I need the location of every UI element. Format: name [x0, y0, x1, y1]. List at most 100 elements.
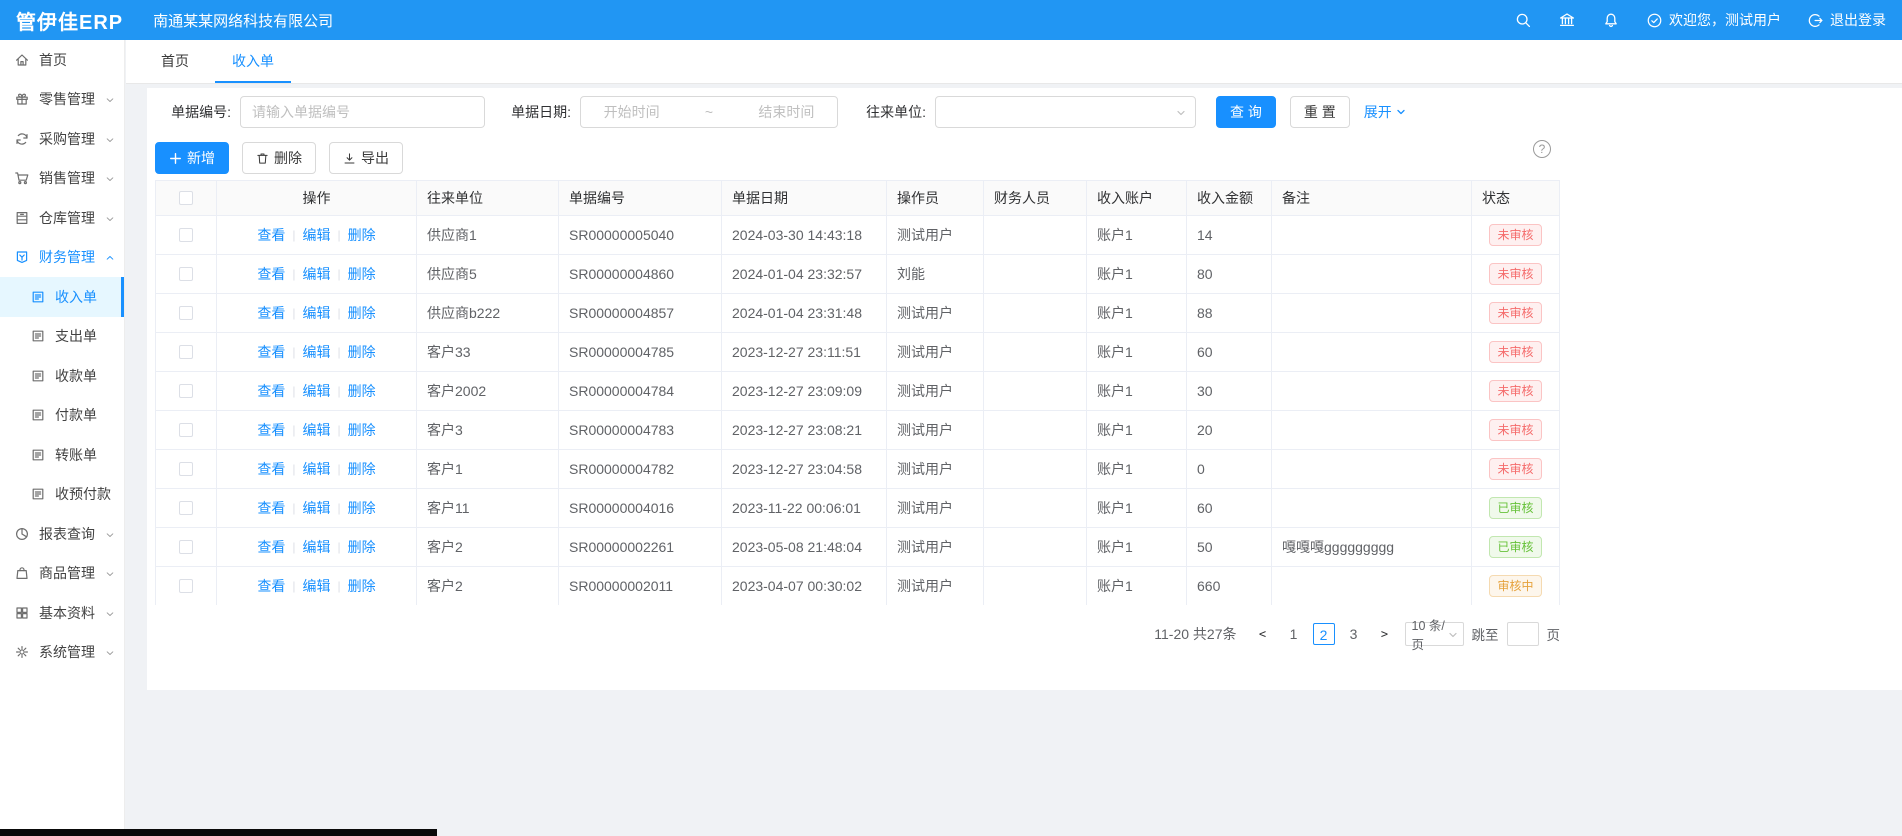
cell-status: 未审核 [1472, 216, 1559, 254]
prev-page-button[interactable]: < [1251, 622, 1275, 646]
sidebar-item-goods[interactable]: 商品管理 [0, 554, 124, 594]
row-checkbox[interactable] [179, 306, 193, 320]
sidebar-item-label: 基本资料 [39, 603, 95, 623]
row-checkbox[interactable] [179, 267, 193, 281]
delete-link[interactable]: 删除 [348, 264, 376, 284]
sidebar-subitem-expense[interactable]: 支出单 [0, 317, 124, 357]
row-checkbox[interactable] [179, 384, 193, 398]
sidebar-item-sales[interactable]: 销售管理 [0, 159, 124, 199]
cell-account: 账户1 [1087, 489, 1187, 527]
sidebar-item-retail[interactable]: 零售管理 [0, 80, 124, 120]
app-logo[interactable]: 管伊佳ERP [16, 6, 123, 35]
edit-link[interactable]: 编辑 [303, 303, 331, 323]
view-link[interactable]: 查看 [257, 576, 285, 596]
edit-link[interactable]: 编辑 [303, 498, 331, 518]
edit-link[interactable]: 编辑 [303, 459, 331, 479]
sidebar-item-finance[interactable]: 财务管理 [0, 238, 124, 278]
date-range-input[interactable]: 开始时间 ~ 结束时间 [580, 96, 838, 128]
cell-doc-no: SR00000002261 [559, 528, 722, 566]
cell-status: 未审核 [1472, 450, 1559, 488]
sidebar-subitem-receipt[interactable]: 收款单 [0, 356, 124, 396]
help-icon[interactable]: ? [1533, 140, 1551, 158]
view-link[interactable]: 查看 [257, 381, 285, 401]
edit-link[interactable]: 编辑 [303, 381, 331, 401]
cell-finance-staff [984, 528, 1087, 566]
edit-link[interactable]: 编辑 [303, 264, 331, 284]
delete-link[interactable]: 删除 [348, 381, 376, 401]
sidebar-subitem-transfer[interactable]: 转账单 [0, 435, 124, 475]
jump-page-input[interactable] [1507, 622, 1539, 646]
cell-amount: 14 [1187, 216, 1272, 254]
delete-link[interactable]: 删除 [348, 342, 376, 362]
cell-operator: 测试用户 [887, 567, 984, 605]
row-checkbox[interactable] [179, 540, 193, 554]
welcome-user[interactable]: 欢迎您，测试用户 [1646, 10, 1781, 30]
sidebar-subitem-prepaid[interactable]: 收预付款 [0, 475, 124, 515]
sidebar-item-label: 首页 [39, 50, 67, 70]
sidebar-item-label: 采购管理 [39, 129, 95, 149]
edit-link[interactable]: 编辑 [303, 537, 331, 557]
cell-doc-no: SR00000004784 [559, 372, 722, 410]
add-button[interactable]: 新增 [155, 142, 229, 174]
view-link[interactable]: 查看 [257, 303, 285, 323]
delete-link[interactable]: 删除 [348, 225, 376, 245]
bank-icon[interactable] [1558, 11, 1576, 29]
search-button[interactable]: 查 询 [1216, 96, 1276, 128]
delete-link[interactable]: 删除 [348, 576, 376, 596]
delete-button[interactable]: 删除 [242, 142, 316, 174]
sidebar-item-basic[interactable]: 基本资料 [0, 593, 124, 633]
edit-link[interactable]: 编辑 [303, 420, 331, 440]
view-link[interactable]: 查看 [257, 498, 285, 518]
tab-income[interactable]: 收入单 [215, 40, 291, 83]
delete-link[interactable]: 删除 [348, 537, 376, 557]
status-badge: 已审核 [1489, 536, 1541, 558]
view-link[interactable]: 查看 [257, 459, 285, 479]
next-page-button[interactable]: > [1373, 622, 1397, 646]
view-link[interactable]: 查看 [257, 342, 285, 362]
sidebar-subitem-payment[interactable]: 付款单 [0, 396, 124, 436]
page-unit: 页 [1547, 624, 1561, 644]
view-link[interactable]: 查看 [257, 420, 285, 440]
edit-link[interactable]: 编辑 [303, 576, 331, 596]
search-icon[interactable] [1514, 11, 1532, 29]
sidebar-item-home[interactable]: 首页 [0, 40, 124, 80]
sidebar-item-reports[interactable]: 报表查询 [0, 514, 124, 554]
sidebar-item-system[interactable]: 系统管理 [0, 633, 124, 673]
column-header-amount: 收入金额 [1187, 181, 1272, 215]
logout-button[interactable]: 退出登录 [1807, 10, 1886, 30]
page-number-2[interactable]: 2 [1313, 623, 1335, 645]
edit-link[interactable]: 编辑 [303, 342, 331, 362]
view-link[interactable]: 查看 [257, 225, 285, 245]
page-number-3[interactable]: 3 [1343, 623, 1365, 645]
row-checkbox[interactable] [179, 228, 193, 242]
export-button[interactable]: 导出 [329, 142, 403, 174]
partner-select[interactable] [935, 96, 1196, 128]
cell-select [156, 372, 217, 410]
edit-link[interactable]: 编辑 [303, 225, 331, 245]
delete-link[interactable]: 删除 [348, 303, 376, 323]
sidebar-item-warehouse[interactable]: 仓库管理 [0, 198, 124, 238]
select-all-checkbox[interactable] [179, 191, 193, 205]
delete-link[interactable]: 删除 [348, 420, 376, 440]
bell-icon[interactable] [1602, 11, 1620, 29]
delete-link[interactable]: 删除 [348, 498, 376, 518]
view-link[interactable]: 查看 [257, 264, 285, 284]
delete-link[interactable]: 删除 [348, 459, 376, 479]
link-divider: | [338, 579, 341, 593]
doc-no-input[interactable] [240, 96, 485, 128]
cell-partner: 客户2 [417, 528, 559, 566]
row-checkbox[interactable] [179, 462, 193, 476]
row-checkbox[interactable] [179, 501, 193, 515]
tab-home[interactable]: 首页 [144, 40, 206, 83]
page-size-select[interactable]: 10 条/页 [1405, 622, 1464, 646]
row-checkbox[interactable] [179, 579, 193, 593]
expand-link[interactable]: 展开 [1364, 102, 1407, 122]
view-link[interactable]: 查看 [257, 537, 285, 557]
page-number-1[interactable]: 1 [1283, 623, 1305, 645]
sidebar-subitem-income[interactable]: 收入单 [0, 277, 124, 317]
cell-status: 未审核 [1472, 255, 1559, 293]
sidebar-item-purchase[interactable]: 采购管理 [0, 119, 124, 159]
row-checkbox[interactable] [179, 345, 193, 359]
row-checkbox[interactable] [179, 423, 193, 437]
reset-button[interactable]: 重 置 [1290, 96, 1350, 128]
